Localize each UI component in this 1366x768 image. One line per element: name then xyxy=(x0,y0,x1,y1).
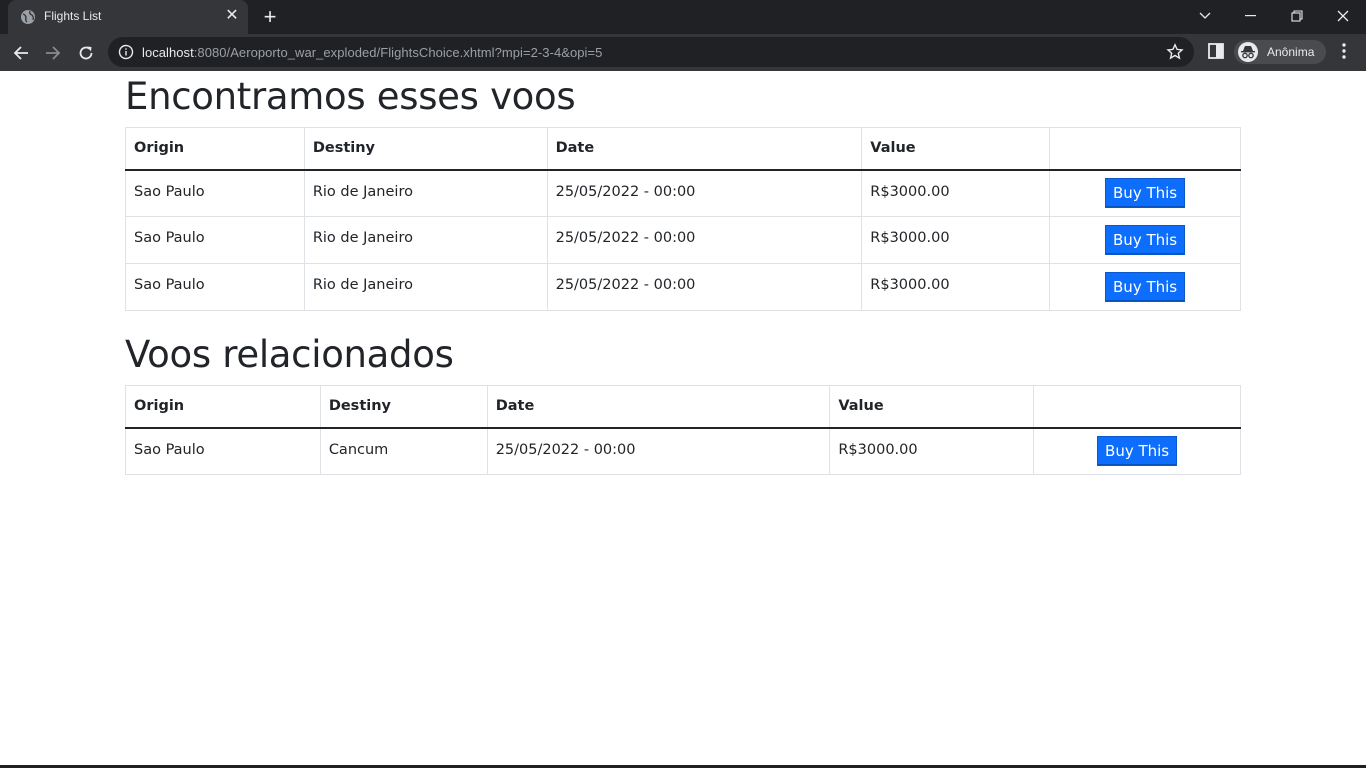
browser-tab-strip: Flights List ✕ + xyxy=(0,0,1366,34)
origin-cell: Sao Paulo xyxy=(125,427,321,475)
tab-search-icon[interactable] xyxy=(1182,0,1228,32)
origin-cell: Sao Paulo xyxy=(125,169,305,217)
column-header-origin: Origin xyxy=(125,127,305,171)
date-cell: 25/05/2022 - 00:00 xyxy=(546,216,863,264)
column-header-action xyxy=(1033,385,1241,429)
date-cell: 25/05/2022 - 00:00 xyxy=(486,427,831,475)
column-header-date: Date xyxy=(546,127,863,171)
table-header-row: Origin Destiny Date Value xyxy=(125,127,1241,171)
side-panel-icon[interactable] xyxy=(1208,43,1224,59)
table-row: Sao Paulo Rio de Janeiro 25/05/2022 - 00… xyxy=(125,169,1241,217)
profile-button[interactable]: Anônima xyxy=(1234,40,1326,64)
related-flights-table: Origin Destiny Date Value Sao Paulo Canc… xyxy=(125,385,1241,475)
more-menu-icon[interactable] xyxy=(1336,42,1352,60)
action-cell: Buy This xyxy=(1049,263,1241,311)
origin-cell: Sao Paulo xyxy=(125,263,305,311)
new-tab-icon[interactable]: + xyxy=(258,5,282,29)
profile-label: Anônima xyxy=(1267,45,1315,59)
found-flights-table: Origin Destiny Date Value Sao Paulo Rio … xyxy=(125,127,1241,311)
buy-this-button[interactable]: Buy This xyxy=(1105,272,1186,302)
buy-this-button[interactable]: Buy This xyxy=(1097,436,1178,467)
back-arrow-icon[interactable] xyxy=(8,40,34,66)
url-text[interactable]: localhost:8080/Aeroporto_war_exploded/Fl… xyxy=(142,45,602,60)
column-header-value: Value xyxy=(829,385,1035,429)
minimize-icon[interactable] xyxy=(1228,0,1274,32)
destiny-cell: Rio de Janeiro xyxy=(303,216,548,264)
value-cell: R$3000.00 xyxy=(861,216,1051,264)
column-header-value: Value xyxy=(861,127,1051,171)
bookmark-star-icon[interactable] xyxy=(1166,43,1184,61)
table-header-row: Origin Destiny Date Value xyxy=(125,385,1241,429)
action-cell: Buy This xyxy=(1033,427,1241,475)
tab-title: Flights List xyxy=(44,9,102,23)
tab-close-icon[interactable]: ✕ xyxy=(224,8,240,24)
value-cell: R$3000.00 xyxy=(861,263,1051,311)
address-bar[interactable]: localhost:8080/Aeroporto_war_exploded/Fl… xyxy=(108,37,1194,67)
buy-this-button[interactable]: Buy This xyxy=(1105,178,1186,209)
value-cell: R$3000.00 xyxy=(861,169,1051,217)
forward-arrow-icon[interactable] xyxy=(40,40,66,66)
found-flights-title: Encontramos esses voos xyxy=(125,75,576,118)
destiny-cell: Cancum xyxy=(319,427,488,475)
buy-this-button[interactable]: Buy This xyxy=(1105,225,1186,255)
incognito-icon xyxy=(1238,42,1258,62)
destiny-cell: Rio de Janeiro xyxy=(303,263,548,311)
action-cell: Buy This xyxy=(1049,169,1241,217)
page-content: Encontramos esses voos Origin Destiny Da… xyxy=(125,71,1241,475)
table-row: Sao Paulo Rio de Janeiro 25/05/2022 - 00… xyxy=(125,216,1241,264)
origin-cell: Sao Paulo xyxy=(125,216,305,264)
globe-icon xyxy=(21,10,35,24)
table-row: Sao Paulo Rio de Janeiro 25/05/2022 - 00… xyxy=(125,263,1241,311)
column-header-origin: Origin xyxy=(125,385,321,429)
reload-icon[interactable] xyxy=(73,40,99,66)
value-cell: R$3000.00 xyxy=(829,427,1035,475)
table-row: Sao Paulo Cancum 25/05/2022 - 00:00 R$30… xyxy=(125,427,1241,475)
action-cell: Buy This xyxy=(1049,216,1241,264)
browser-tab[interactable]: Flights List ✕ xyxy=(8,0,248,34)
close-window-icon[interactable] xyxy=(1320,0,1366,32)
browser-toolbar: localhost:8080/Aeroporto_war_exploded/Fl… xyxy=(0,34,1366,71)
date-cell: 25/05/2022 - 00:00 xyxy=(546,169,863,217)
column-header-action xyxy=(1049,127,1241,171)
info-icon[interactable] xyxy=(118,44,134,60)
date-cell: 25/05/2022 - 00:00 xyxy=(546,263,863,311)
column-header-destiny: Destiny xyxy=(303,127,548,171)
restore-icon[interactable] xyxy=(1274,0,1320,32)
column-header-destiny: Destiny xyxy=(319,385,488,429)
column-header-date: Date xyxy=(486,385,831,429)
destiny-cell: Rio de Janeiro xyxy=(303,169,548,217)
related-flights-title: Voos relacionados xyxy=(125,333,454,376)
